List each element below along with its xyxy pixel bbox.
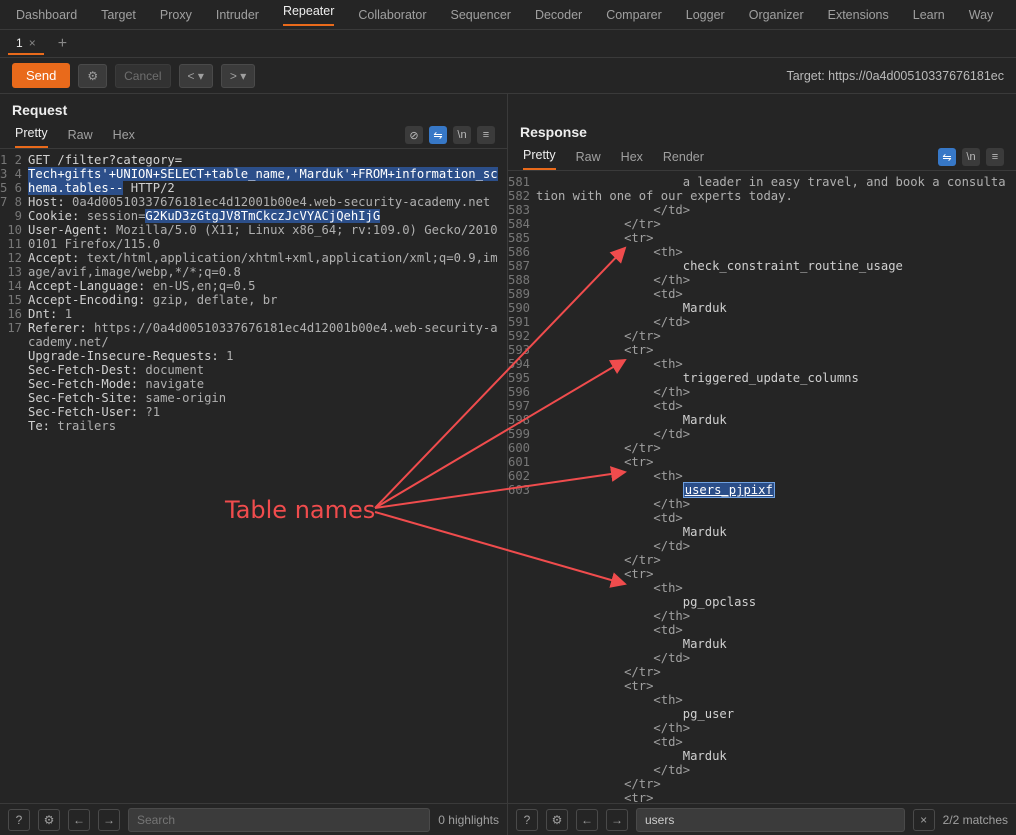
- tab-target[interactable]: Target: [101, 8, 136, 22]
- tab-dashboard[interactable]: Dashboard: [16, 8, 77, 22]
- pretty-icon[interactable]: ⇋: [429, 126, 447, 144]
- gear-icon: ⚙: [87, 69, 98, 83]
- tab-intruder[interactable]: Intruder: [216, 8, 259, 22]
- tab-extensions[interactable]: Extensions: [828, 8, 889, 22]
- request-gutter: 1 2 3 4 5 6 7 8 9 10 11 12 13 14 15 16 1…: [0, 153, 28, 803]
- toolbar: Send ⚙ Cancel < ▾ > ▾ Target: https://0a…: [0, 58, 1016, 94]
- response-editor[interactable]: 581 582 583 584 585 586 587 588 589 590 …: [508, 171, 1016, 803]
- tab-logger[interactable]: Logger: [686, 8, 725, 22]
- http-version: HTTP/2: [123, 181, 174, 195]
- tab-organizer[interactable]: Organizer: [749, 8, 804, 22]
- history-forward-button[interactable]: > ▾: [221, 64, 255, 88]
- wrap-icon[interactable]: ≡: [986, 148, 1004, 166]
- newline-icon[interactable]: \n: [453, 126, 471, 144]
- repeater-subtabs: 1 × +: [0, 30, 1016, 58]
- add-tab-button[interactable]: +: [50, 35, 75, 53]
- request-title: Request: [12, 102, 67, 118]
- tab-repeater[interactable]: Repeater: [283, 4, 334, 26]
- response-gutter: 581 582 583 584 585 586 587 588 589 590 …: [508, 175, 536, 803]
- forward-icon[interactable]: →: [98, 809, 120, 831]
- wrap-icon[interactable]: ≡: [477, 126, 495, 144]
- tab-way[interactable]: Way: [969, 8, 994, 22]
- http-method: GET: [28, 153, 50, 167]
- request-body[interactable]: GET /filter?category= Tech+gifts'+UNION+…: [28, 153, 507, 803]
- response-tab-render[interactable]: Render: [663, 150, 704, 170]
- query-highlight: Tech+gifts'+UNION+SELECT+table_name,'Mar…: [28, 167, 498, 195]
- request-search-input[interactable]: [128, 808, 430, 832]
- table-name-highlighted: users_pjpixf: [683, 482, 775, 498]
- response-pane: Response Pretty Raw Hex Render ⇋ \n ≡ 58…: [508, 94, 1016, 835]
- http-path: /filter?category=: [50, 153, 182, 167]
- response-title: Response: [520, 124, 587, 140]
- request-tab-pretty[interactable]: Pretty: [15, 126, 48, 148]
- request-tab-hex[interactable]: Hex: [113, 128, 135, 148]
- tab-sequencer[interactable]: Sequencer: [450, 8, 510, 22]
- forward-icon[interactable]: →: [606, 809, 628, 831]
- table-name-5: pg_user: [683, 707, 734, 721]
- tab-proxy[interactable]: Proxy: [160, 8, 192, 22]
- pretty-icon[interactable]: ⇋: [938, 148, 956, 166]
- gear-icon[interactable]: ⚙: [38, 809, 60, 831]
- annotation-label: Table names: [225, 496, 375, 524]
- matches-count: 2/2 matches: [943, 813, 1008, 827]
- help-icon[interactable]: ?: [516, 809, 538, 831]
- clear-search-icon[interactable]: ×: [913, 809, 935, 831]
- cancel-button[interactable]: Cancel: [115, 64, 170, 88]
- repeater-tab-1[interactable]: 1 ×: [8, 33, 44, 55]
- response-tab-hex[interactable]: Hex: [621, 150, 643, 170]
- request-pane: Request Pretty Raw Hex ⊘ ⇋ \n ≡ 1 2 3 4 …: [0, 94, 508, 835]
- help-icon[interactable]: ?: [8, 809, 30, 831]
- request-footer: ? ⚙ ← → 0 highlights: [0, 803, 507, 835]
- settings-button[interactable]: ⚙: [78, 64, 107, 88]
- history-back-button[interactable]: < ▾: [179, 64, 213, 88]
- response-tab-raw[interactable]: Raw: [576, 150, 601, 170]
- response-search-input[interactable]: [636, 808, 905, 832]
- highlights-count: 0 highlights: [438, 813, 499, 827]
- request-tab-raw[interactable]: Raw: [68, 128, 93, 148]
- hide-icon[interactable]: ⊘: [405, 126, 423, 144]
- tab-decoder[interactable]: Decoder: [535, 8, 582, 22]
- target-label: Target: https://0a4d00510337676181ec: [786, 69, 1004, 83]
- back-icon[interactable]: ←: [576, 809, 598, 831]
- response-footer: ? ⚙ ← → × 2/2 matches: [508, 803, 1016, 835]
- table-name-2: triggered_update_columns: [683, 371, 859, 385]
- gear-icon[interactable]: ⚙: [546, 809, 568, 831]
- request-editor[interactable]: 1 2 3 4 5 6 7 8 9 10 11 12 13 14 15 16 1…: [0, 149, 507, 803]
- response-tab-pretty[interactable]: Pretty: [523, 148, 556, 170]
- table-name-1: check_constraint_routine_usage: [683, 259, 903, 273]
- tab-comparer[interactable]: Comparer: [606, 8, 662, 22]
- top-nav: Dashboard Target Proxy Intruder Repeater…: [0, 0, 1016, 30]
- repeater-tab-label: 1: [16, 36, 23, 50]
- close-icon[interactable]: ×: [29, 36, 36, 50]
- back-icon[interactable]: ←: [68, 809, 90, 831]
- table-name-4: pg_opclass: [683, 595, 756, 609]
- send-button[interactable]: Send: [12, 63, 70, 88]
- tab-collaborator[interactable]: Collaborator: [358, 8, 426, 22]
- tab-learn[interactable]: Learn: [913, 8, 945, 22]
- newline-icon[interactable]: \n: [962, 148, 980, 166]
- response-body[interactable]: a leader in easy travel, and book a cons…: [536, 175, 1016, 803]
- main-split: Request Pretty Raw Hex ⊘ ⇋ \n ≡ 1 2 3 4 …: [0, 94, 1016, 835]
